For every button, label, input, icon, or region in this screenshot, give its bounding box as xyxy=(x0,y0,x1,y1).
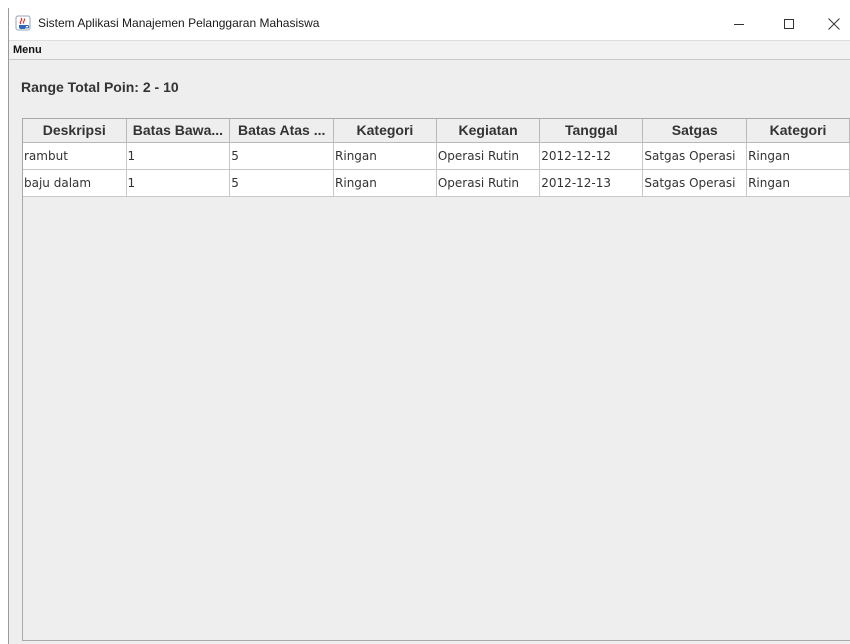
column-header-kategori[interactable]: Kategori xyxy=(333,119,437,143)
menu-bar: Menu xyxy=(9,40,850,60)
column-header-batas-bawah[interactable]: Batas Bawa... xyxy=(126,119,231,143)
column-header-batas-atas[interactable]: Batas Atas ... xyxy=(229,119,335,143)
minimize-button[interactable] xyxy=(716,8,762,40)
close-button[interactable] xyxy=(816,8,850,40)
table-cell[interactable]: 2012-12-12 xyxy=(539,142,644,170)
table-cell[interactable]: 5 xyxy=(229,142,335,170)
title-bar[interactable]: Sistem Aplikasi Manajemen Pelanggaran Ma… xyxy=(9,8,850,40)
window-title: Sistem Aplikasi Manajemen Pelanggaran Ma… xyxy=(38,16,320,30)
table-cell[interactable]: 1 xyxy=(126,169,231,197)
app-window: Sistem Aplikasi Manajemen Pelanggaran Ma… xyxy=(8,8,850,644)
table-row[interactable]: baju dalam 1 5 Ringan Operasi Rutin 2012… xyxy=(23,169,850,197)
table-scroll-pane[interactable]: Deskripsi Batas Bawa... Batas Atas ... K… xyxy=(22,118,850,641)
minimize-icon xyxy=(734,24,744,25)
range-total-poin-label: Range Total Poin: 2 - 10 xyxy=(21,79,179,95)
table-header-row: Deskripsi Batas Bawa... Batas Atas ... K… xyxy=(23,119,850,143)
table-cell[interactable]: 5 xyxy=(229,169,335,197)
table-cell[interactable]: 1 xyxy=(126,142,231,170)
table-cell[interactable]: Ringan xyxy=(333,169,437,197)
table-cell[interactable]: Ringan xyxy=(333,142,437,170)
table-cell[interactable]: Ringan xyxy=(746,169,850,197)
column-header-deskripsi[interactable]: Deskripsi xyxy=(23,119,127,143)
table-cell[interactable]: Operasi Rutin xyxy=(436,169,541,197)
table-cell[interactable]: Satgas Operasi xyxy=(642,169,748,197)
violation-table: Deskripsi Batas Bawa... Batas Atas ... K… xyxy=(23,119,850,197)
menu-item-menu[interactable]: Menu xyxy=(13,44,42,56)
java-coffee-icon xyxy=(15,15,31,31)
table-cell[interactable]: Operasi Rutin xyxy=(436,142,541,170)
table-row[interactable]: rambut 1 5 Ringan Operasi Rutin 2012-12-… xyxy=(23,142,850,170)
table-cell[interactable]: Ringan xyxy=(746,142,850,170)
table-cell[interactable]: baju dalam xyxy=(23,169,127,197)
column-header-kategori-2[interactable]: Kategori xyxy=(746,119,850,143)
column-header-tanggal[interactable]: Tanggal xyxy=(539,119,644,143)
table-cell[interactable]: Satgas Operasi xyxy=(642,142,748,170)
maximize-icon xyxy=(784,19,794,29)
column-header-satgas[interactable]: Satgas xyxy=(642,119,748,143)
maximize-button[interactable] xyxy=(766,8,812,40)
column-header-kegiatan[interactable]: Kegiatan xyxy=(436,119,541,143)
table-cell[interactable]: 2012-12-13 xyxy=(539,169,644,197)
close-icon xyxy=(827,18,840,30)
table-cell[interactable]: rambut xyxy=(23,142,127,170)
